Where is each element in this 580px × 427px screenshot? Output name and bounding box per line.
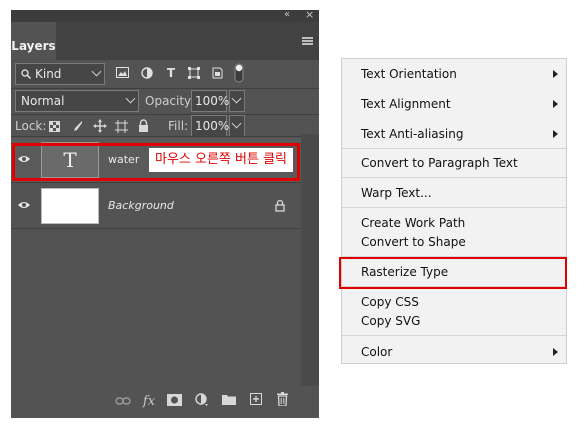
shape-filter-icon[interactable] [188, 67, 200, 79]
submenu-arrow-icon [553, 130, 558, 138]
lock-row: Lock: Fill: 100% [11, 114, 319, 137]
smart-object-filter-icon[interactable] [212, 67, 223, 79]
group-folder-icon[interactable] [222, 394, 236, 405]
chevron-down-icon [231, 93, 242, 104]
lock-image-pixels-icon[interactable] [71, 120, 83, 132]
type-filter-icon[interactable]: T [165, 65, 177, 81]
opacity-label: Opacity: [145, 94, 195, 108]
background-layer-thumbnail [41, 188, 99, 224]
menu-divider [342, 207, 566, 208]
layer-mask-icon[interactable] [167, 394, 182, 406]
filter-row: Kind T [11, 60, 319, 88]
submenu-arrow-icon [553, 348, 558, 356]
chevron-down-icon [231, 118, 242, 129]
menu-item-create-work-path[interactable]: Create Work Path [361, 213, 465, 233]
panel-menu-icon[interactable] [302, 37, 313, 45]
fill-dropdown[interactable] [229, 115, 245, 137]
opacity-input[interactable]: 100% [191, 90, 229, 112]
blend-row: Normal Opacity: 100% [11, 88, 319, 114]
menu-item-color[interactable]: Color [361, 342, 392, 362]
filter-kind-select[interactable]: Kind [15, 63, 105, 85]
submenu-arrow-icon [553, 100, 558, 108]
panel-top-strip: « × [11, 9, 319, 22]
layer-lock-icon [275, 199, 285, 212]
layers-scrollbar[interactable] [301, 134, 319, 386]
new-layer-icon[interactable] [250, 393, 262, 405]
panel-footer: fx [11, 386, 319, 418]
panel-tab-bar: Layers [11, 22, 319, 60]
menu-item-text-alignment[interactable]: Text Alignment [361, 94, 451, 114]
menu-item-copy-css[interactable]: Copy CSS [361, 292, 419, 312]
fill-label: Fill: [168, 119, 189, 133]
layer-context-menu: Text Orientation Text Alignment Text Ant… [341, 58, 567, 364]
rasterize-highlight-box [339, 257, 567, 289]
fill-input[interactable]: 100% [191, 115, 229, 137]
link-layers-icon[interactable] [115, 396, 131, 406]
chevron-down-icon [91, 66, 102, 77]
layers-panel: « × Layers Kind T Normal Opacity: 100% L… [11, 9, 319, 418]
divider [11, 228, 301, 229]
menu-item-warp-text[interactable]: Warp Text... [361, 183, 432, 203]
menu-item-text-orientation[interactable]: Text Orientation [361, 64, 457, 84]
trash-icon[interactable] [277, 392, 288, 406]
adjustment-layer-icon[interactable] [195, 393, 209, 407]
blend-mode-select[interactable]: Normal [15, 90, 139, 112]
lock-transparent-pixels-icon[interactable] [49, 121, 60, 132]
layer-row-background[interactable]: Background [11, 184, 301, 228]
menu-item-convert-to-shape[interactable]: Convert to Shape [361, 232, 466, 252]
filter-kind-label: Kind [35, 67, 62, 81]
menu-item-text-anti-aliasing[interactable]: Text Anti-aliasing [361, 124, 463, 144]
lock-all-icon[interactable] [138, 119, 149, 132]
image-filter-icon[interactable] [116, 67, 129, 79]
lock-position-icon[interactable] [93, 119, 107, 133]
close-panel-button[interactable]: × [305, 9, 314, 21]
submenu-arrow-icon [553, 70, 558, 78]
visibility-eye-icon[interactable] [17, 198, 31, 212]
menu-divider [342, 148, 566, 149]
fx-icon[interactable]: fx [141, 394, 157, 410]
filter-toggle-icon[interactable] [234, 63, 244, 83]
collapse-panel-button[interactable]: « [284, 9, 290, 21]
blend-mode-value: Normal [21, 94, 65, 108]
menu-divider [342, 177, 566, 178]
layer-name-background[interactable]: Background [108, 184, 174, 228]
lock-label: Lock: [15, 119, 47, 133]
divider [11, 136, 319, 137]
search-icon [21, 69, 31, 79]
menu-item-convert-to-paragraph-text[interactable]: Convert to Paragraph Text [361, 153, 518, 173]
layer-highlight-box [12, 143, 300, 181]
tab-layers[interactable]: Layers [11, 22, 56, 60]
opacity-dropdown[interactable] [229, 90, 245, 112]
chevron-down-icon [125, 93, 136, 104]
menu-item-copy-svg[interactable]: Copy SVG [361, 311, 420, 331]
lock-artboard-icon[interactable] [115, 120, 128, 133]
divider [11, 182, 301, 183]
adjustment-filter-icon[interactable] [141, 67, 153, 79]
menu-divider [342, 335, 566, 336]
